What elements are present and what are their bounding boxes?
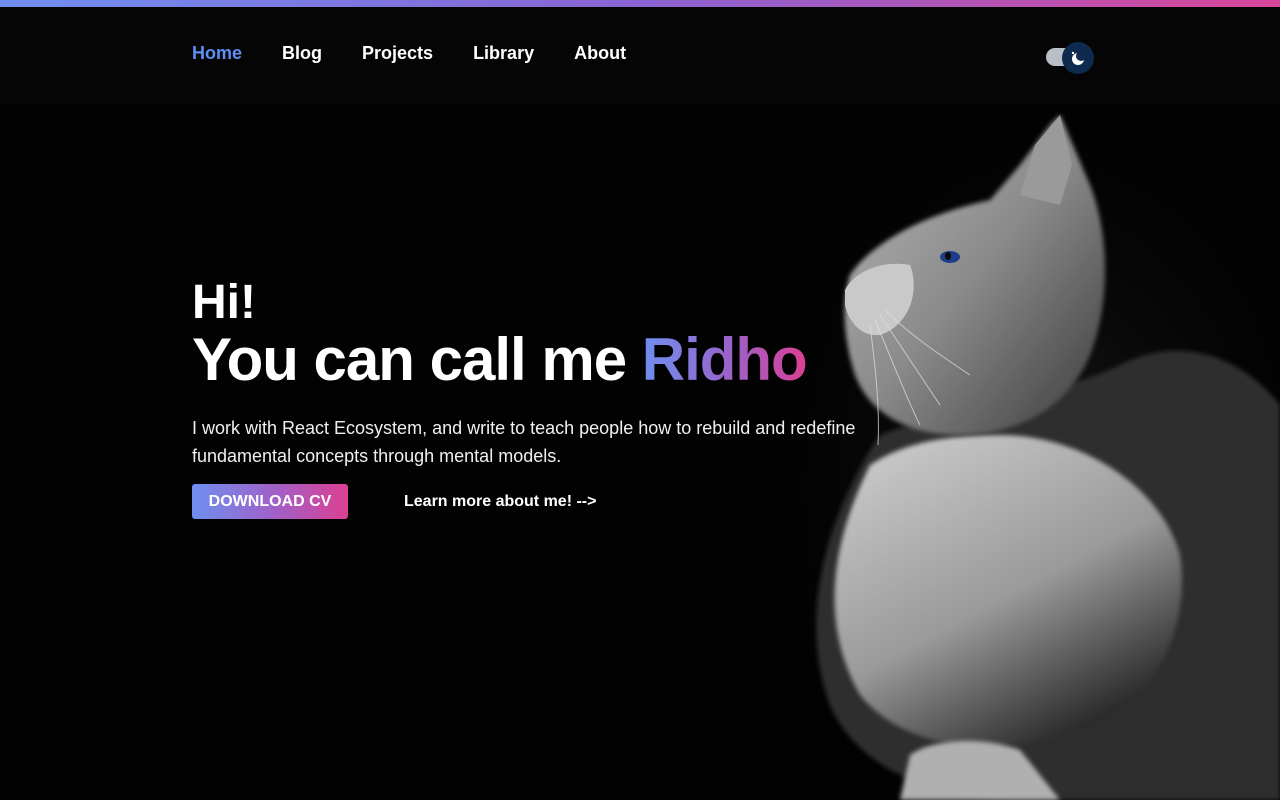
download-cv-button[interactable]: DOWNLOAD CV: [192, 484, 348, 519]
hero-name: Ridho: [641, 326, 808, 393]
hero-actions: DOWNLOAD CV Learn more about me! -->: [192, 484, 596, 519]
hero-section: Hi! You can call me Ridho I work with Re…: [192, 276, 892, 519]
toggle-knob: [1062, 42, 1094, 74]
moon-icon: [1071, 51, 1086, 65]
learn-more-link[interactable]: Learn more about me! -->: [404, 493, 596, 511]
hero-headline-prefix: You can call me: [192, 326, 627, 393]
hero-greeting: Hi!: [192, 276, 256, 329]
nav-library-link[interactable]: Library: [473, 43, 534, 64]
hero-headline: You can call me Ridho: [192, 328, 892, 392]
main-nav: Home Blog Projects Library About: [192, 43, 666, 64]
theme-toggle[interactable]: [1046, 42, 1094, 74]
nav-about-link[interactable]: About: [574, 43, 626, 64]
nav-projects-link[interactable]: Projects: [362, 43, 433, 64]
site-header: Home Blog Projects Library About: [0, 7, 1280, 105]
nav-home-link[interactable]: Home: [192, 43, 242, 64]
hero-description: I work with React Ecosystem, and write t…: [192, 418, 856, 466]
nav-blog-link[interactable]: Blog: [282, 43, 322, 64]
top-gradient-bar: [0, 0, 1280, 7]
